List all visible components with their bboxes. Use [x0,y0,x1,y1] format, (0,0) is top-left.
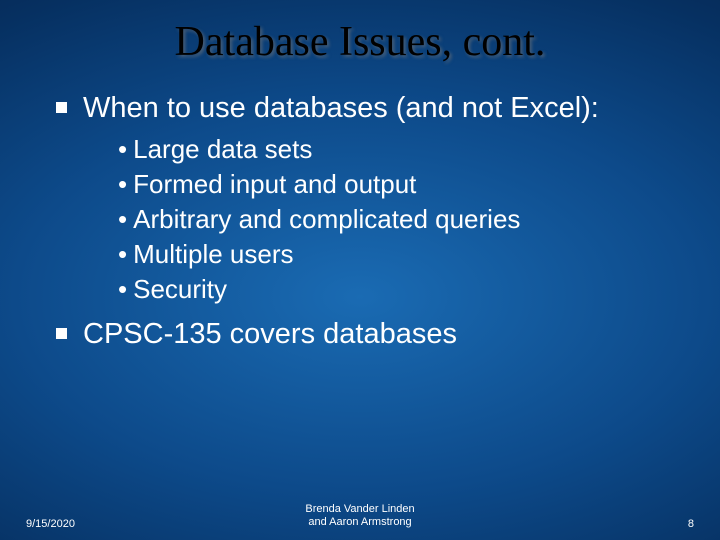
dot-bullet-icon: • [118,272,127,307]
square-bullet-icon [56,102,67,113]
bullet-text: CPSC-135 covers databases [83,316,457,352]
sub-bullet-text: Multiple users [133,239,293,269]
footer-date: 9/15/2020 [26,518,116,530]
sub-bullet-item: •Multiple users [118,237,680,272]
footer-author: Brenda Vander Linden and Aaron Armstrong [116,503,604,531]
sub-bullet-text: Formed input and output [133,169,416,199]
square-bullet-icon [56,328,67,339]
sub-bullet-item: •Security [118,272,680,307]
sub-bullet-text: Security [133,274,227,304]
slide: Database Issues, cont. When to use datab… [0,0,720,540]
bullet-text: When to use databases (and not Excel): [83,90,599,126]
sub-bullet-text: Arbitrary and complicated queries [133,204,520,234]
bullet-item: When to use databases (and not Excel): [56,90,680,126]
footer-author-line1: Brenda Vander Linden [305,503,414,515]
slide-title: Database Issues, cont. [0,0,720,66]
footer-author-line2: and Aaron Armstrong [308,516,411,528]
sub-bullet-list: •Large data sets •Formed input and outpu… [56,132,680,306]
dot-bullet-icon: • [118,167,127,202]
sub-bullet-item: •Formed input and output [118,167,680,202]
dot-bullet-icon: • [118,202,127,237]
slide-footer: 9/15/2020 Brenda Vander Linden and Aaron… [0,503,720,531]
sub-bullet-item: •Large data sets [118,132,680,167]
slide-body: When to use databases (and not Excel): •… [0,66,720,353]
bullet-item: CPSC-135 covers databases [56,316,680,352]
dot-bullet-icon: • [118,237,127,272]
footer-page-number: 8 [604,518,694,530]
sub-bullet-item: •Arbitrary and complicated queries [118,202,680,237]
sub-bullet-text: Large data sets [133,134,312,164]
dot-bullet-icon: • [118,132,127,167]
